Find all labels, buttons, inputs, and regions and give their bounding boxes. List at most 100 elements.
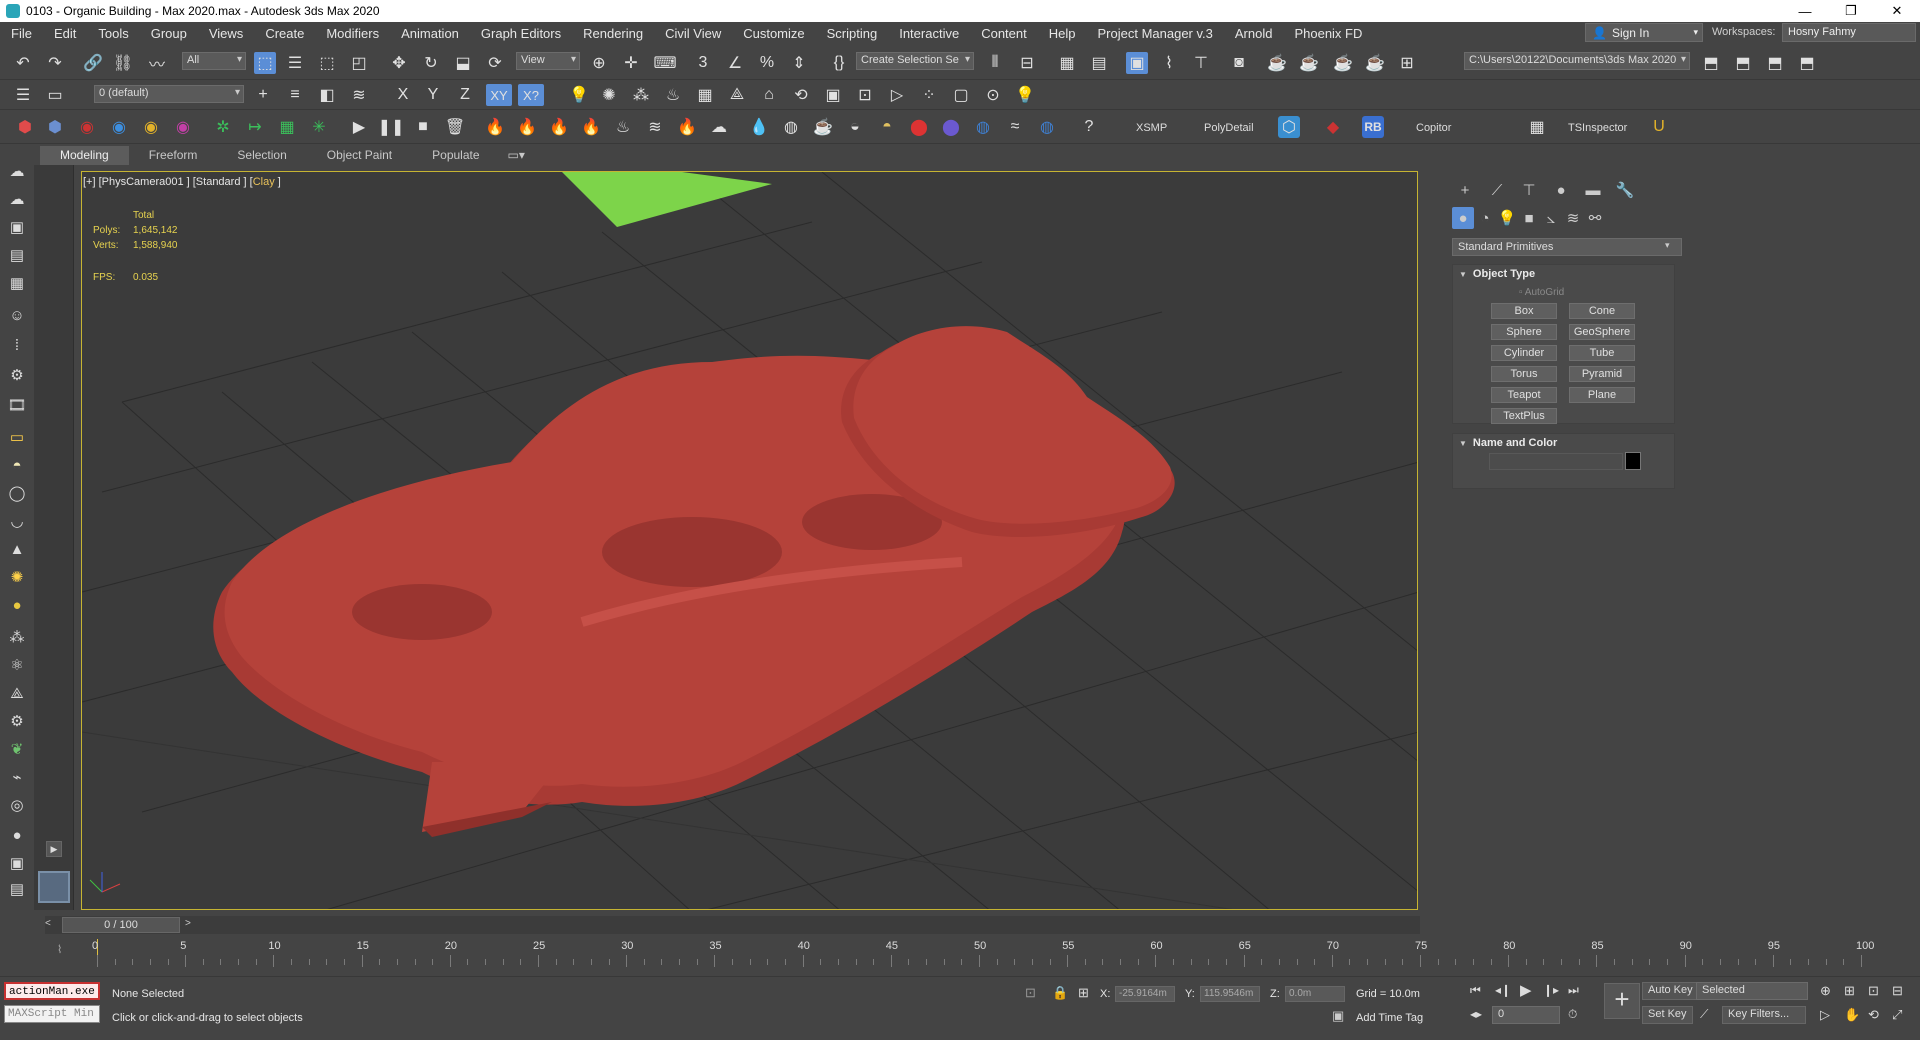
menu-file[interactable]: File bbox=[0, 26, 43, 41]
box-button[interactable]: Box bbox=[1491, 303, 1557, 319]
axis-xy-button[interactable]: XY bbox=[486, 84, 512, 106]
green-grid-icon[interactable]: ▦ bbox=[276, 116, 298, 138]
layer-list-icon[interactable]: ▦ bbox=[6, 272, 28, 294]
current-layer-select[interactable]: 0 (default) bbox=[94, 85, 244, 103]
spacewarps-icon[interactable]: ≋ bbox=[1562, 207, 1584, 229]
menu-civil-view[interactable]: Civil View bbox=[654, 26, 732, 41]
nodes-icon[interactable]: ⁘ bbox=[918, 84, 940, 106]
flame-icon[interactable]: 🔥 bbox=[676, 116, 698, 138]
head-icon[interactable]: ☺ bbox=[6, 304, 28, 326]
lock-selection-icon[interactable]: 🔒 bbox=[1052, 985, 1068, 1001]
menu-customize[interactable]: Customize bbox=[732, 26, 815, 41]
hex-red-icon[interactable]: ⬢ bbox=[14, 116, 36, 138]
fracture-icon[interactable]: ⟁ bbox=[726, 84, 748, 106]
dots-icon[interactable]: ⁞ bbox=[6, 334, 28, 356]
tsinspector-button[interactable]: TSInspector bbox=[1568, 122, 1627, 134]
rendered-frame-icon[interactable]: ☕ bbox=[1298, 52, 1320, 74]
display-icon[interactable]: ▣ bbox=[6, 216, 28, 238]
layers-list-icon[interactable]: ☰ bbox=[12, 84, 34, 106]
restore-button[interactable]: ❐ bbox=[1828, 0, 1874, 22]
spinner-snap-icon[interactable]: ⇕ bbox=[788, 52, 810, 74]
menu-create[interactable]: Create bbox=[254, 26, 315, 41]
object-type-header[interactable]: ▼ Object Type bbox=[1453, 265, 1674, 283]
render-cloud-icon[interactable]: ⊞ bbox=[1396, 52, 1418, 74]
create-tab-icon[interactable]: + bbox=[1454, 179, 1476, 201]
triangle-icon[interactable]: ⟁ bbox=[6, 682, 28, 704]
script-icon[interactable]: ▤ bbox=[6, 878, 28, 900]
star-circle-icon[interactable]: ◉ bbox=[140, 116, 162, 138]
sun-icon[interactable]: ✺ bbox=[6, 566, 28, 588]
pivot-center-icon[interactable]: ⊕ bbox=[588, 52, 610, 74]
tab-object-paint[interactable]: Object Paint bbox=[307, 146, 412, 165]
object-color-swatch[interactable] bbox=[1625, 452, 1641, 470]
cylinder-button[interactable]: Cylinder bbox=[1491, 345, 1557, 361]
textplus-button[interactable]: TextPlus bbox=[1491, 408, 1557, 424]
pyramid-button[interactable]: Pyramid bbox=[1569, 366, 1635, 382]
cup-icon[interactable]: ☕ bbox=[812, 116, 834, 138]
autogrid-checkbox[interactable]: ▫ AutoGrid bbox=[1519, 287, 1564, 298]
window-crossing-icon[interactable]: ◰ bbox=[348, 52, 370, 74]
rotate-icon[interactable]: ↻ bbox=[420, 52, 442, 74]
menu-tools[interactable]: Tools bbox=[87, 26, 139, 41]
stop-icon[interactable]: ■ bbox=[412, 116, 434, 138]
fire-liquid-icon[interactable]: 🔥 bbox=[548, 116, 570, 138]
fire-particle-icon[interactable]: 🔥 bbox=[580, 116, 602, 138]
scale-icon[interactable]: ⬓ bbox=[452, 52, 474, 74]
smoke-icon[interactable]: ♨ bbox=[612, 116, 634, 138]
geometry-icon[interactable]: ● bbox=[1452, 207, 1474, 229]
hex-blue-icon[interactable]: ⬢ bbox=[44, 116, 66, 138]
curve-editor-icon[interactable]: ⌇ bbox=[1158, 52, 1180, 74]
mesher-icon[interactable]: ◍ bbox=[1036, 116, 1058, 138]
folder-icon[interactable]: ▭ bbox=[6, 426, 28, 448]
edit-named-selection-icon[interactable]: {} bbox=[828, 52, 850, 74]
absolute-mode-icon[interactable]: ⊞ bbox=[1078, 985, 1089, 1001]
systems-icon[interactable]: ⚯ bbox=[1584, 207, 1606, 229]
set-keys-icon[interactable]: + bbox=[1604, 983, 1640, 1019]
go-to-start-icon[interactable]: ⏮ bbox=[1470, 983, 1481, 998]
utilities-tab-icon[interactable]: 🔧 bbox=[1614, 179, 1636, 201]
liquid-icon[interactable]: 💧 bbox=[748, 116, 770, 138]
project-path-select[interactable]: C:\Users\20122\Documents\3ds Max 2020 bbox=[1464, 52, 1690, 70]
next-frame-icon[interactable]: ❙▸ bbox=[1543, 983, 1559, 997]
ground-plane-object[interactable] bbox=[562, 172, 772, 227]
layer-stack-icon[interactable]: ≡ bbox=[284, 84, 306, 106]
orbit-icon[interactable]: ⟲ bbox=[1868, 1007, 1879, 1023]
fire-source-icon[interactable]: 🔥 bbox=[516, 116, 538, 138]
sand-icon[interactable]: ◓ bbox=[876, 116, 898, 138]
xsmp-button[interactable]: XSMP bbox=[1136, 122, 1167, 134]
workspace-select[interactable]: Hosny Fahmy bbox=[1782, 23, 1916, 42]
auto-key-button[interactable]: Auto Key bbox=[1642, 982, 1699, 1000]
bulb-icon[interactable]: 💡 bbox=[1014, 84, 1036, 106]
viewport-label[interactable]: [+] [PhysCamera001 ] [Standard ] [Clay ] bbox=[83, 176, 281, 188]
ocean-icon[interactable]: ◍ bbox=[972, 116, 994, 138]
fire-icon[interactable]: 🔥 bbox=[484, 116, 506, 138]
copitor-button[interactable]: Copitor bbox=[1416, 122, 1451, 134]
plane-button[interactable]: Plane bbox=[1569, 387, 1635, 403]
viewport-label-prefix[interactable]: [+] [PhysCamera001 ] [Standard ] [ bbox=[83, 176, 253, 188]
material-editor-icon[interactable]: ◙ bbox=[1228, 52, 1250, 74]
maximize-viewport-icon[interactable]: ⤢ bbox=[1892, 1007, 1902, 1023]
wind-icon[interactable]: ≋ bbox=[644, 116, 666, 138]
menu-interactive[interactable]: Interactive bbox=[888, 26, 970, 41]
diamond-plugin-icon[interactable]: ◆ bbox=[1322, 116, 1344, 138]
trash-icon[interactable]: 🗑 bbox=[444, 116, 466, 138]
help-icon[interactable]: ? bbox=[1078, 116, 1100, 138]
key-mode-toggle-icon[interactable]: ◂▸ bbox=[1470, 1007, 1482, 1021]
time-prev-icon[interactable]: < bbox=[45, 918, 51, 929]
scene-list-icon[interactable]: ▤ bbox=[6, 244, 28, 266]
play-preview-icon[interactable]: ▷ bbox=[886, 84, 908, 106]
foam-icon[interactable]: ◍ bbox=[780, 116, 802, 138]
bowl-icon[interactable]: ◒ bbox=[844, 116, 866, 138]
cloud-icon[interactable]: ☁ bbox=[708, 116, 730, 138]
render-icon[interactable]: ▣ bbox=[6, 852, 28, 874]
add-time-tag-button[interactable]: Add Time Tag bbox=[1356, 1012, 1423, 1024]
polydetail-button[interactable]: PolyDetail bbox=[1204, 122, 1254, 134]
shapes-icon[interactable]: ◔ bbox=[1474, 207, 1496, 229]
particle-icon[interactable]: ⁂ bbox=[630, 84, 652, 106]
tab-freeform[interactable]: Freeform bbox=[129, 146, 218, 165]
hf-icon[interactable]: ⌁ bbox=[6, 766, 28, 788]
minimize-button[interactable]: — bbox=[1782, 0, 1828, 22]
rect-selection-icon[interactable]: ⬚ bbox=[316, 52, 338, 74]
select-manipulate-icon[interactable]: ✛ bbox=[620, 52, 642, 74]
pause-icon[interactable]: ❚❚ bbox=[378, 116, 405, 138]
